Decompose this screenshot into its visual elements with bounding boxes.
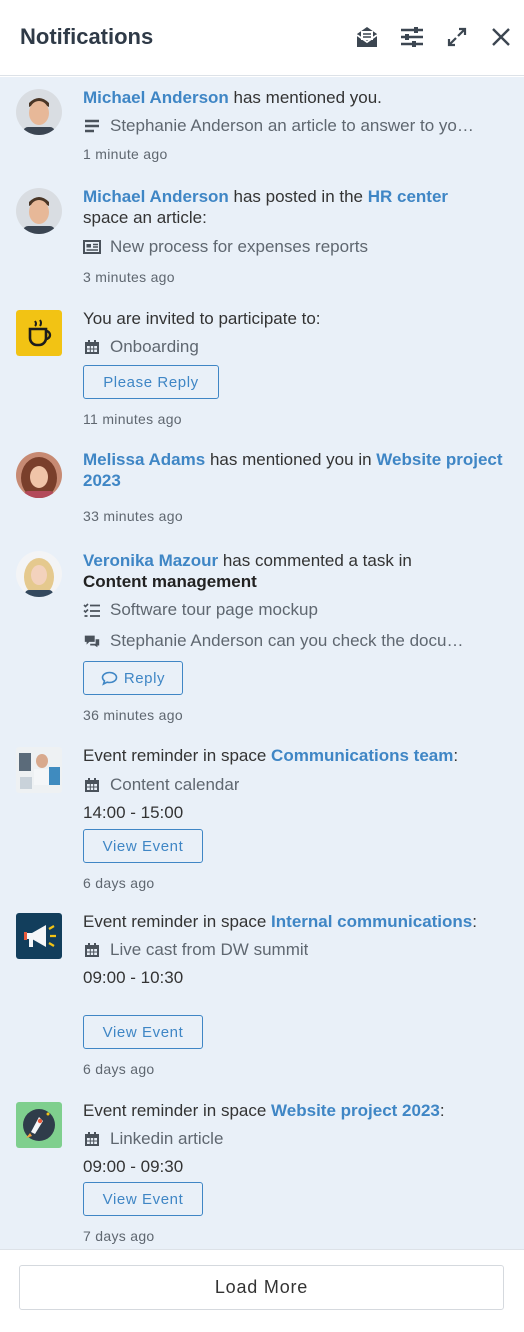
suffix-text: :: [439, 1101, 445, 1120]
settings-sliders-icon[interactable]: [399, 24, 425, 50]
timestamp: 1 minute ago: [83, 146, 168, 162]
notification-list: Michael Anderson has mentioned you. Step…: [0, 77, 524, 1249]
calendar-icon: [83, 776, 101, 794]
please-reply-button[interactable]: Please Reply: [83, 365, 219, 399]
user-link[interactable]: Michael Anderson: [83, 187, 229, 206]
user-link[interactable]: Veronika Mazour: [83, 551, 218, 570]
event-title: Linkedin article: [110, 1129, 224, 1148]
suffix-text: :: [472, 912, 477, 931]
calendar-icon: [83, 941, 101, 959]
avatar[interactable]: [16, 188, 62, 234]
comment-text: Stephanie Anderson can you check the doc…: [110, 631, 464, 650]
event-hours: 09:00 - 09:30: [83, 1157, 184, 1176]
timestamp: 6 days ago: [83, 1061, 155, 1077]
notifications-footer: Load More: [0, 1249, 524, 1332]
page-title: Notifications: [20, 24, 154, 49]
event-hours: 14:00 - 15:00: [83, 803, 184, 822]
expand-icon[interactable]: [444, 24, 470, 50]
space-avatar[interactable]: [16, 913, 62, 959]
notification-text: has commented a task in: [218, 551, 412, 570]
notification-detail: New process for expenses reports: [110, 237, 368, 256]
avatar[interactable]: [16, 452, 62, 498]
notification-text: You are invited to participate to:: [83, 309, 321, 328]
comment-icon: [101, 671, 118, 686]
notification-detail: Stephanie Anderson an article to answer …: [110, 116, 474, 135]
close-icon[interactable]: [488, 24, 514, 50]
notification-text: has mentioned you.: [228, 88, 382, 107]
timestamp: 11 minutes ago: [83, 411, 182, 427]
event-title: Content calendar: [110, 775, 240, 794]
text-lines-icon: [83, 117, 101, 135]
calendar-icon: [83, 338, 101, 356]
event-hours: 09:00 - 10:30: [83, 968, 184, 987]
space-link[interactable]: HR center: [368, 187, 448, 206]
notifications-header: Notifications: [0, 0, 524, 76]
notification-text: Event reminder in space: [83, 912, 272, 931]
user-link[interactable]: Michael Anderson: [83, 88, 229, 107]
timestamp: 36 minutes ago: [83, 707, 183, 723]
notification-text: has posted in the: [228, 187, 368, 206]
view-event-button[interactable]: View Event: [83, 1182, 203, 1216]
suffix-text: :: [453, 746, 459, 765]
space-avatar[interactable]: [16, 310, 62, 356]
space-avatar[interactable]: [16, 1102, 62, 1148]
notification-text: Event reminder in space: [83, 1101, 272, 1120]
load-more-button[interactable]: Load More: [19, 1265, 504, 1310]
project-name: Content management: [83, 572, 257, 591]
notification-detail: Software tour page mockup: [110, 600, 318, 619]
task-list-icon: [83, 601, 101, 619]
notification-text: Event reminder in space: [83, 746, 272, 765]
space-link[interactable]: Website project 2023: [271, 1101, 440, 1120]
space-link[interactable]: Communications team: [271, 746, 453, 765]
mark-all-read-icon[interactable]: [354, 24, 380, 50]
notification-text: space an article:: [83, 208, 207, 227]
view-event-button[interactable]: View Event: [83, 829, 203, 863]
calendar-icon: [83, 1130, 101, 1148]
view-event-button[interactable]: View Event: [83, 1015, 203, 1049]
user-link[interactable]: Melissa Adams: [83, 450, 205, 469]
space-avatar[interactable]: [16, 747, 62, 793]
event-title: Live cast from DW summit: [110, 940, 309, 959]
timestamp: 3 minutes ago: [83, 269, 175, 285]
space-link[interactable]: Internal communications: [271, 912, 472, 931]
reply-label: Reply: [123, 669, 166, 687]
avatar[interactable]: [16, 551, 62, 597]
notification-detail: Onboarding: [110, 337, 199, 356]
avatar[interactable]: [16, 89, 62, 135]
timestamp: 6 days ago: [83, 875, 155, 891]
timestamp: 7 days ago: [83, 1228, 155, 1244]
timestamp: 33 minutes ago: [83, 508, 183, 524]
comments-icon: [83, 632, 101, 650]
notification-text: has mentioned you in: [205, 450, 377, 469]
newspaper-icon: [83, 238, 101, 256]
reply-button[interactable]: Reply: [83, 661, 183, 695]
